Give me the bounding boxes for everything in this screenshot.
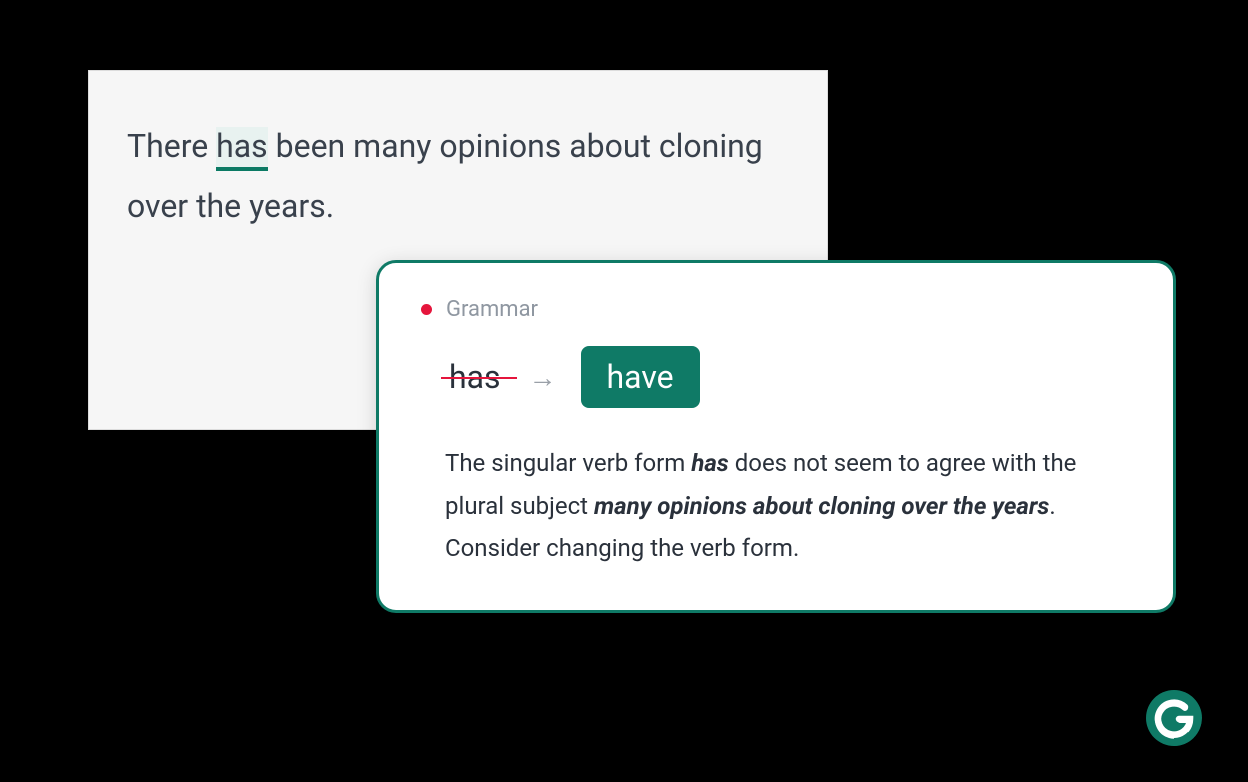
error-dot-icon bbox=[421, 304, 432, 315]
suggestion-card: Grammar has → have The singular verb for… bbox=[376, 260, 1176, 613]
suggestion-category-row: Grammar bbox=[421, 297, 1131, 322]
replacement-row: has → have bbox=[421, 346, 1131, 408]
flagged-word[interactable]: has bbox=[216, 127, 268, 171]
suggestion-category-label: Grammar bbox=[446, 297, 538, 322]
explanation-part: The singular verb form bbox=[445, 449, 691, 477]
arrow-right-icon: → bbox=[529, 361, 557, 394]
sentence-text: There has been many opinions about cloni… bbox=[127, 116, 789, 236]
explanation-text: The singular verb form has does not seem… bbox=[421, 442, 1131, 570]
grammarly-logo-icon[interactable] bbox=[1144, 688, 1204, 748]
sentence-before: There bbox=[127, 127, 216, 165]
explanation-bold: many opinions about cloning over the yea… bbox=[594, 492, 1049, 520]
explanation-bold: has bbox=[691, 449, 728, 477]
replacement-suggestion-button[interactable]: have bbox=[581, 346, 700, 408]
original-word: has bbox=[445, 358, 505, 396]
